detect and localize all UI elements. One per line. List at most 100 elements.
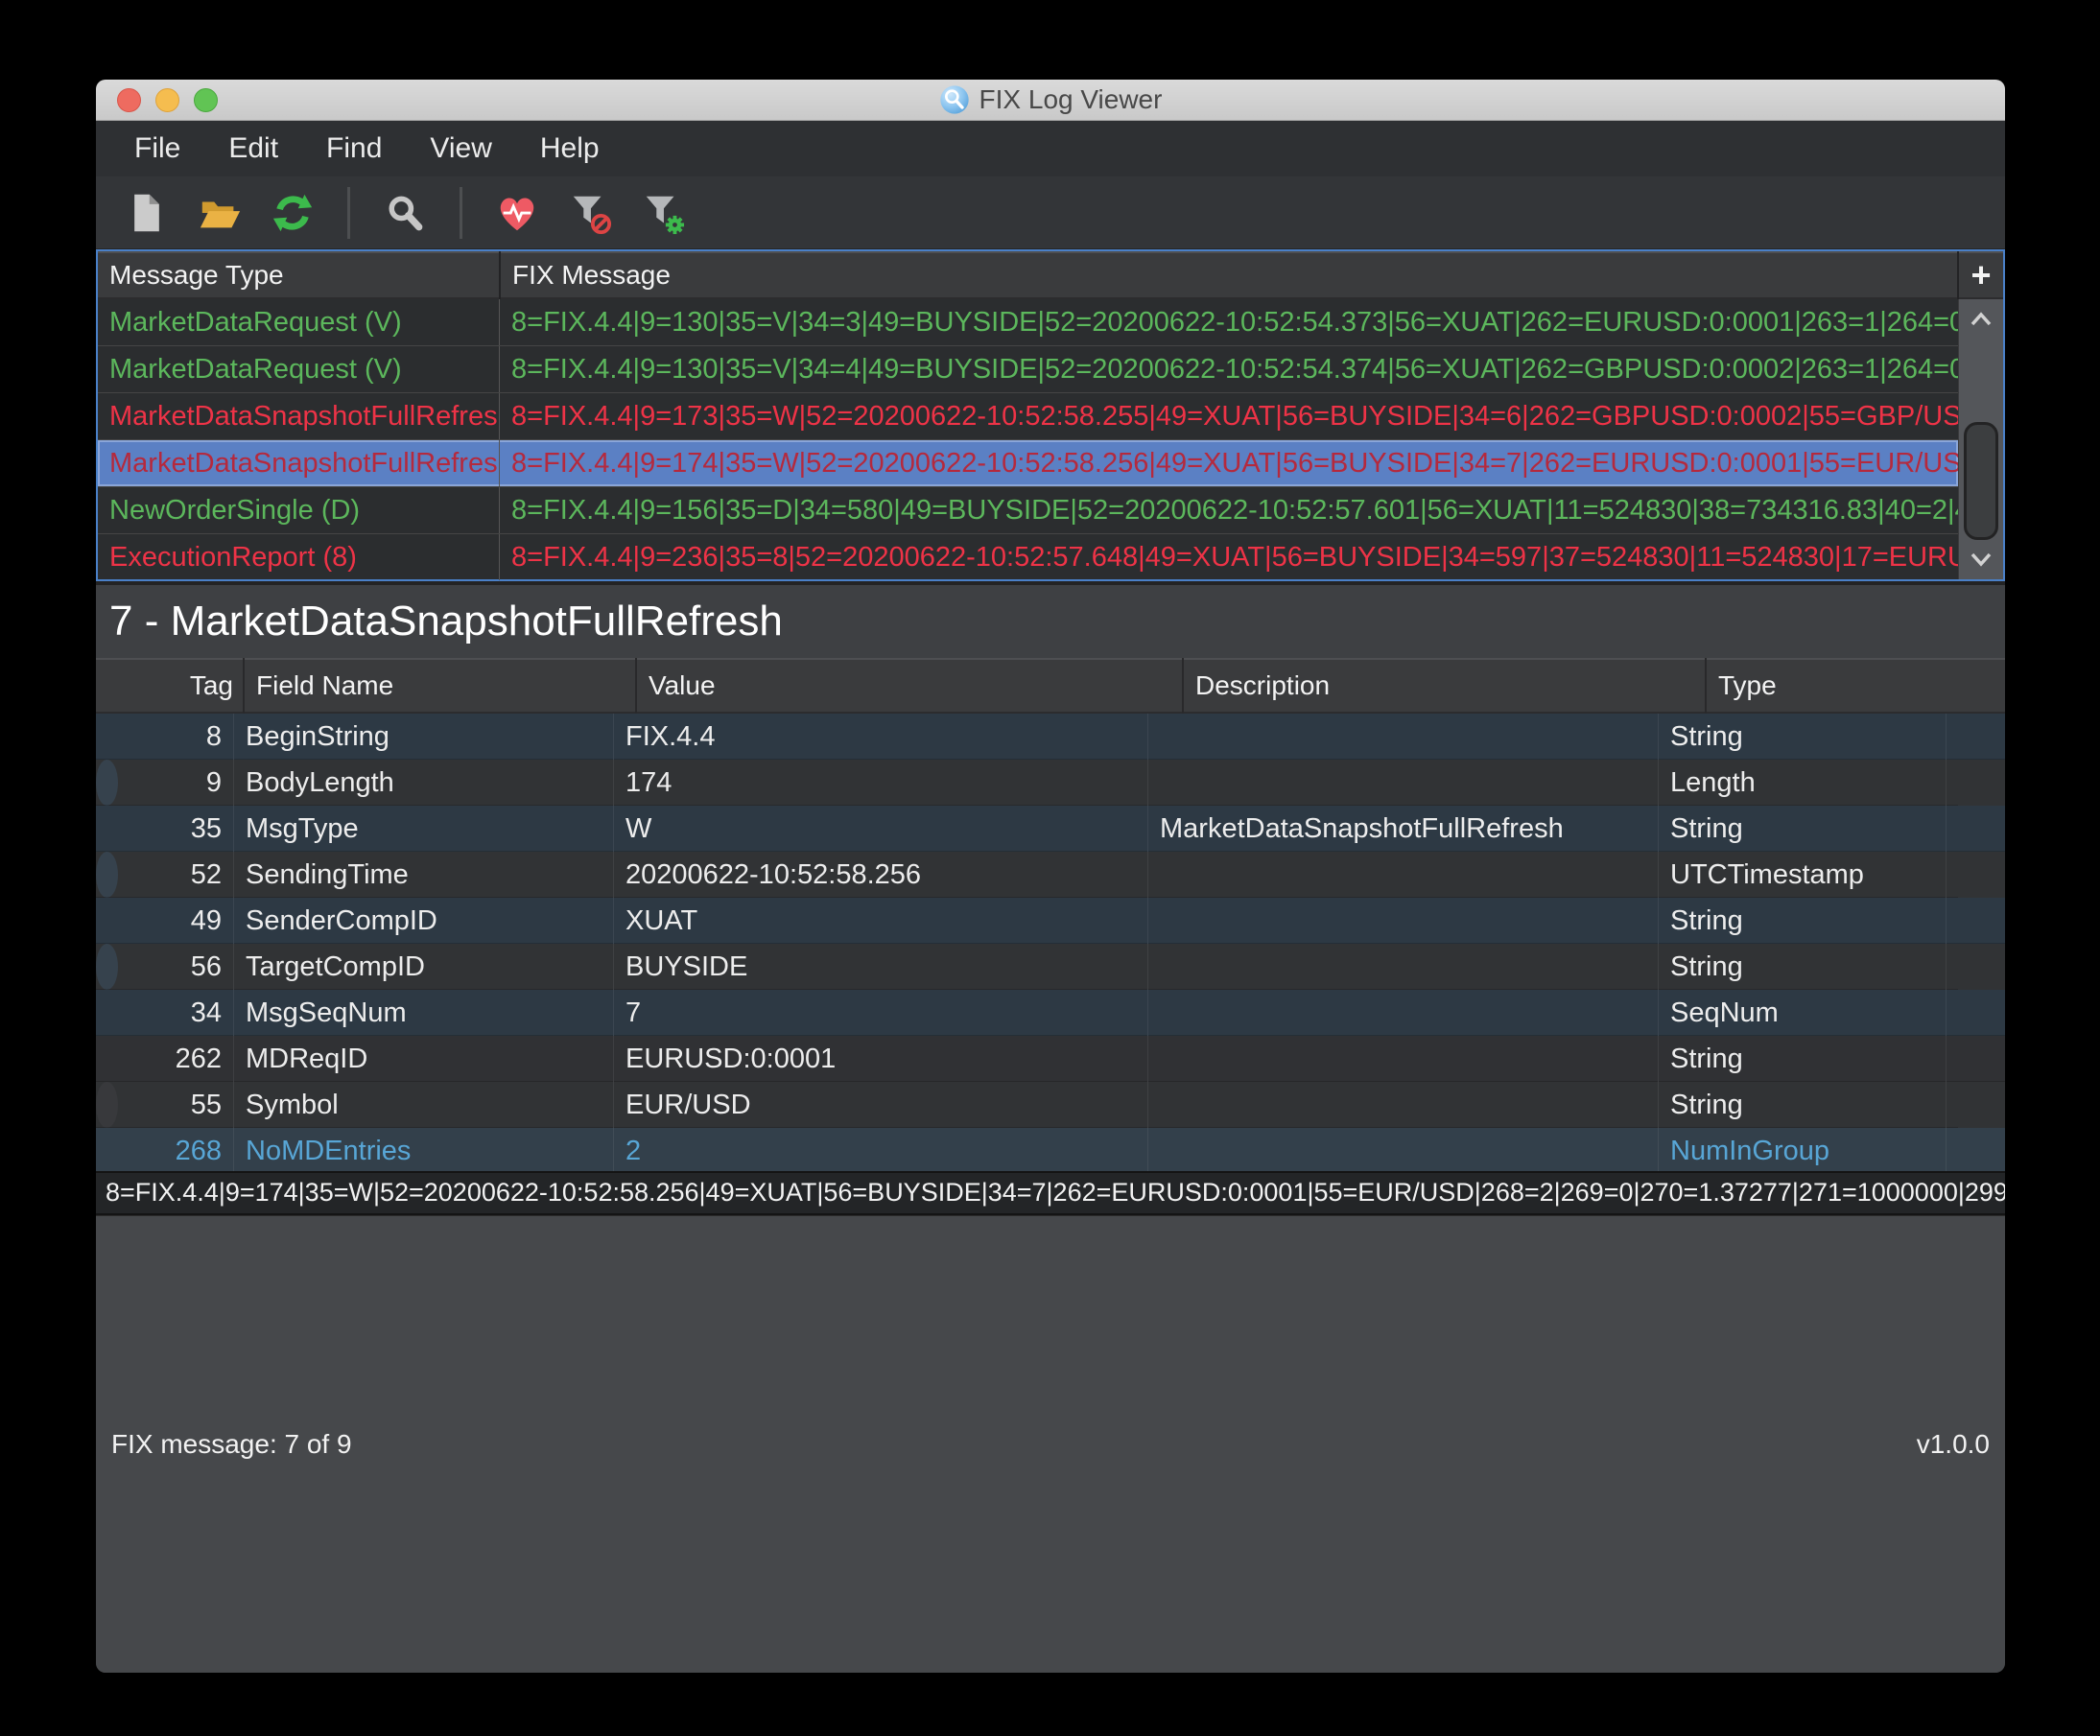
field-description-cell (1148, 714, 1659, 760)
minimize-window-button[interactable] (155, 88, 179, 112)
field-spacer-cell (1947, 852, 1958, 898)
scroll-down-button[interactable] (1959, 539, 2003, 579)
field-description-cell (1148, 852, 1659, 898)
window-title-area: FIX Log Viewer (96, 80, 2005, 120)
field-description-cell: MarketDataSnapshotFullRefresh (1148, 806, 1659, 852)
field-description-cell (1148, 1036, 1659, 1082)
message-row[interactable]: MarketDataRequest (V)8=FIX.4.4|9=130|35=… (98, 299, 1958, 346)
field-tag-cell: 268 (96, 1128, 234, 1174)
new-file-icon (126, 192, 168, 234)
field-tag-cell: 56 (96, 944, 234, 990)
column-header-value[interactable]: Value (637, 658, 1184, 714)
status-bar: FIX message: 7 of 9 v1.0.0 (96, 1215, 2005, 1674)
filter-disable-icon (568, 191, 612, 235)
message-table-scrollbar[interactable] (1958, 299, 2003, 579)
field-spacer-cell (1947, 760, 1958, 806)
heartbeat-icon (495, 191, 539, 235)
menu-edit[interactable]: Edit (228, 132, 278, 165)
column-header-tag[interactable]: Tag (96, 658, 245, 714)
window-title: FIX Log Viewer (979, 84, 1163, 115)
clear-filter-button[interactable] (566, 189, 614, 237)
field-name-cell: MsgType (234, 806, 614, 852)
field-description-cell (1148, 990, 1659, 1036)
message-type-cell: MarketDataRequest (V) (98, 299, 500, 345)
scrollbar-thumb[interactable] (1964, 422, 1998, 540)
fix-message-cell: 8=FIX.4.4|9=173|35=W|52=20200622-10:52:5… (500, 393, 1958, 439)
add-column-button[interactable]: + (1959, 251, 2003, 299)
fix-field-row[interactable]: 8BeginStringFIX.4.4String (96, 714, 2005, 760)
column-header-fix-message[interactable]: FIX Message (501, 251, 1959, 299)
zoom-window-button[interactable] (194, 88, 218, 112)
fix-field-row[interactable]: 34MsgSeqNum7SeqNum (96, 990, 2005, 1036)
field-tag-cell: 262 (96, 1036, 234, 1082)
menu-view[interactable]: View (430, 132, 491, 165)
column-header-field-name[interactable]: Field Name (245, 658, 637, 714)
field-description-cell (1148, 898, 1659, 944)
new-file-button[interactable] (123, 189, 171, 237)
message-row[interactable]: MarketDataSnapshotFullRefresh (W)8=FIX.4… (98, 440, 1958, 487)
column-header-message-type[interactable]: Message Type (98, 251, 501, 299)
message-row[interactable]: ExecutionReport (8)8=FIX.4.4|9=236|35=8|… (98, 534, 1958, 580)
field-spacer-cell (1947, 1128, 2005, 1174)
fix-field-row[interactable]: 35MsgTypeWMarketDataSnapshotFullRefreshS… (96, 806, 2005, 852)
chevron-down-icon (1969, 551, 1994, 568)
refresh-icon (271, 191, 315, 235)
field-value-cell: 174 (614, 760, 1148, 806)
raw-fix-message-bar: 8=FIX.4.4|9=174|35=W|52=20200622-10:52:5… (96, 1171, 2005, 1215)
detail-table-header: Tag Field Name Value Description Type (96, 658, 2005, 714)
fix-message-cell: 8=FIX.4.4|9=130|35=V|34=4|49=BUYSIDE|52=… (500, 346, 1958, 392)
field-type-cell: String (1659, 1036, 1947, 1082)
field-tag-cell: 55 (96, 1082, 234, 1128)
menu-find[interactable]: Find (326, 132, 382, 165)
field-spacer-cell (1947, 1036, 2005, 1082)
fix-field-row[interactable]: 56TargetCompIDBUYSIDEString (96, 944, 118, 990)
field-spacer-cell (1947, 806, 2005, 852)
refresh-button[interactable] (269, 189, 317, 237)
fix-field-row[interactable]: 55SymbolEUR/USDString (96, 1082, 118, 1128)
fix-field-row[interactable]: 9BodyLength174Length (96, 760, 118, 806)
fix-field-row[interactable]: 49SenderCompIDXUATString (96, 898, 2005, 944)
field-value-cell: 7 (614, 990, 1148, 1036)
close-window-button[interactable] (117, 88, 141, 112)
filter-settings-icon (641, 191, 685, 235)
fix-field-row[interactable]: 262MDReqIDEURUSD:0:0001String (96, 1036, 2005, 1082)
field-tag-cell: 8 (96, 714, 234, 760)
heartbeat-filter-button[interactable] (493, 189, 541, 237)
message-type-cell: MarketDataRequest (V) (98, 346, 500, 392)
column-header-description[interactable]: Description (1184, 658, 1707, 714)
open-file-button[interactable] (196, 189, 244, 237)
field-value-cell: XUAT (614, 898, 1148, 944)
title-bar[interactable]: FIX Log Viewer (96, 80, 2005, 121)
message-type-cell: ExecutionReport (8) (98, 534, 500, 580)
fix-field-row[interactable]: 52SendingTime20200622-10:52:58.256UTCTim… (96, 852, 118, 898)
scroll-up-button[interactable] (1959, 299, 2003, 340)
field-type-cell: String (1659, 944, 1947, 990)
field-value-cell: EUR/USD (614, 1082, 1148, 1128)
field-value-cell: EURUSD:0:0001 (614, 1036, 1148, 1082)
traffic-lights (117, 88, 218, 112)
message-row[interactable]: NewOrderSingle (D)8=FIX.4.4|9=156|35=D|3… (98, 487, 1958, 534)
field-name-cell: BeginString (234, 714, 614, 760)
field-spacer-cell (1947, 990, 2005, 1036)
message-table-header: Message Type FIX Message + (98, 251, 2003, 299)
open-folder-icon (198, 191, 242, 235)
field-type-cell: String (1659, 1082, 1947, 1128)
field-spacer-cell (1947, 714, 2005, 760)
field-type-cell: NumInGroup (1659, 1128, 1947, 1174)
field-tag-cell: 52 (96, 852, 234, 898)
field-type-cell: String (1659, 806, 1947, 852)
fix-field-row[interactable]: 268NoMDEntries2NumInGroup (96, 1128, 2005, 1174)
field-spacer-cell (1947, 898, 2005, 944)
status-message-count: FIX message: 7 of 9 (111, 1429, 352, 1460)
message-row[interactable]: MarketDataRequest (V)8=FIX.4.4|9=130|35=… (98, 346, 1958, 393)
field-tag-cell: 35 (96, 806, 234, 852)
column-header-type[interactable]: Type (1707, 658, 2005, 714)
search-button[interactable] (381, 189, 429, 237)
menu-file[interactable]: File (134, 132, 180, 165)
field-value-cell: BUYSIDE (614, 944, 1148, 990)
menu-help[interactable]: Help (540, 132, 600, 165)
fix-message-cell: 8=FIX.4.4|9=130|35=V|34=3|49=BUYSIDE|52=… (500, 299, 1958, 345)
filter-settings-button[interactable] (639, 189, 687, 237)
message-row[interactable]: MarketDataSnapshotFullRefresh (W)8=FIX.4… (98, 393, 1958, 440)
field-tag-cell: 34 (96, 990, 234, 1036)
